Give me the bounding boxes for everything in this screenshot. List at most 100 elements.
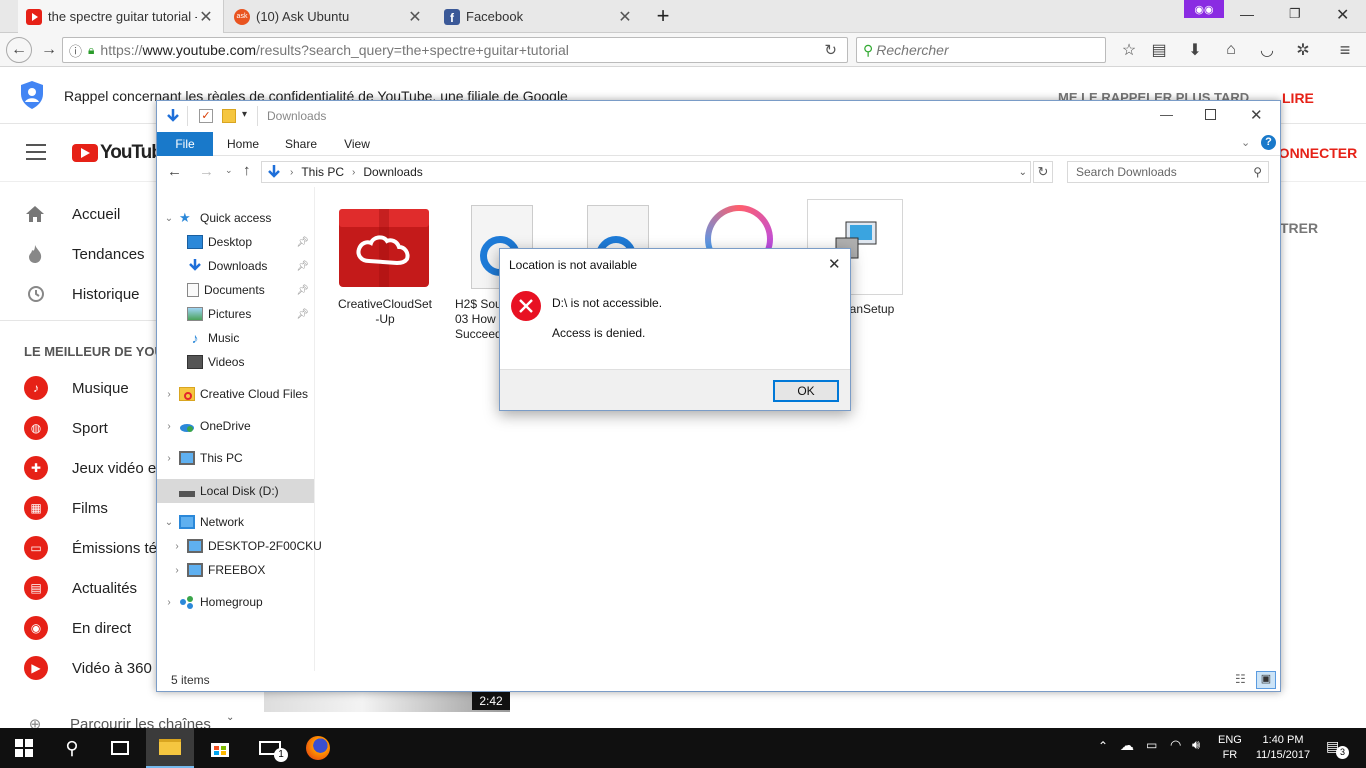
nav-label: DESKTOP-2F00CKU xyxy=(208,539,322,553)
home-icon[interactable]: ⌂ xyxy=(1218,38,1244,62)
breadcrumb-this-pc[interactable]: This PC xyxy=(301,165,344,179)
nav-item-quick-access[interactable]: ⌄ ★ Quick access xyxy=(163,207,272,229)
nav-item-pictures[interactable]: Pictures 📌︎ xyxy=(183,303,313,325)
task-view-icon[interactable] xyxy=(96,728,144,768)
minimize-icon[interactable]: — xyxy=(1240,6,1260,22)
wifi-icon[interactable]: ◠ xyxy=(1170,737,1181,753)
file-item-creativecloud[interactable]: CreativeCloudSet -Up xyxy=(337,205,433,326)
back-icon[interactable]: ← xyxy=(167,163,182,180)
volume-icon[interactable]: 🔊︎ xyxy=(1192,737,1200,753)
address-dropdown-icon[interactable]: ⌄ xyxy=(1019,167,1027,178)
address-bar[interactable]: › This PC › Downloads ⌄ xyxy=(261,161,1031,183)
close-tab-icon[interactable]: ✕ xyxy=(406,7,424,27)
action-center-icon[interactable]: ▤ 3 xyxy=(1326,738,1349,759)
onedrive-cloud-icon xyxy=(179,419,195,433)
quick-toolbar-dropdown-icon[interactable]: ▾ xyxy=(242,109,247,120)
nav-item-videos[interactable]: Videos xyxy=(183,351,244,373)
ribbon-tab-view[interactable]: View xyxy=(333,132,381,156)
pin-icon: 📌︎ xyxy=(296,284,309,296)
forward-icon[interactable]: → xyxy=(36,38,62,62)
ribbon-tab-share[interactable]: Share xyxy=(277,132,325,156)
refresh-icon[interactable]: ↻ xyxy=(1033,161,1053,183)
nav-item-this-pc[interactable]: › This PC xyxy=(163,447,243,469)
show-hidden-icons-icon[interactable]: ⌃ xyxy=(1098,739,1108,753)
onedrive-tray-icon[interactable]: ☁ xyxy=(1120,737,1134,754)
hamburger-menu-icon[interactable] xyxy=(26,144,46,160)
extension-icon[interactable]: ✲ xyxy=(1290,38,1316,62)
tab-label: (10) Ask Ubuntu xyxy=(256,9,350,24)
flame-icon xyxy=(24,243,46,265)
restore-icon[interactable]: ❐ xyxy=(1289,6,1309,22)
back-icon[interactable]: ← xyxy=(6,37,32,63)
close-window-icon[interactable]: ✕ xyxy=(1336,5,1356,25)
close-tab-icon[interactable]: ✕ xyxy=(616,7,634,27)
pocket-icon[interactable]: ◡ xyxy=(1254,38,1280,62)
bookmark-star-icon[interactable]: ☆ xyxy=(1116,38,1142,62)
file-explorer-taskbar-icon[interactable] xyxy=(146,728,194,768)
close-dialog-icon[interactable]: ✕ xyxy=(828,255,841,273)
info-icon[interactable]: ⓘ xyxy=(69,41,82,60)
ribbon-tab-file[interactable]: File xyxy=(157,132,213,156)
breadcrumb-downloads[interactable]: Downloads xyxy=(363,165,422,179)
help-icon[interactable]: ? xyxy=(1261,135,1276,150)
close-window-icon[interactable]: ✕ xyxy=(1250,106,1263,124)
read-button[interactable]: LIRE xyxy=(1282,90,1314,106)
nav-item-local-disk[interactable]: Local Disk (D:) xyxy=(157,479,314,503)
ribbon-expand-icon[interactable]: ⌄ xyxy=(1241,136,1250,149)
tab-askubuntu[interactable]: ask (10) Ask Ubuntu ✕ xyxy=(226,0,432,33)
reader-list-icon[interactable]: ▤ xyxy=(1146,38,1172,62)
windows-start-icon[interactable] xyxy=(0,728,48,768)
input-language[interactable]: ENG FR xyxy=(1218,733,1242,763)
nav-item-homegroup[interactable]: › Homegroup xyxy=(163,591,263,613)
battery-icon[interactable]: ▭ xyxy=(1146,738,1157,752)
nav-item-documents[interactable]: Documents 📌︎ xyxy=(183,279,313,301)
nav-item-music[interactable]: ♪ Music xyxy=(183,327,240,349)
menu-icon[interactable]: ≡ xyxy=(1332,38,1358,62)
sidebar-label: Films xyxy=(72,499,108,517)
clock[interactable]: 1:40 PM 11/15/2017 xyxy=(1250,733,1316,763)
url-bar[interactable]: ⓘ 🔒︎ https://www.youtube.com/results?sea… xyxy=(62,37,848,63)
film-icon xyxy=(187,355,203,369)
search-placeholder: Rechercher xyxy=(876,42,949,58)
new-folder-icon[interactable] xyxy=(222,109,236,123)
firefox-icon[interactable] xyxy=(294,728,342,768)
sidebar-scroll-down-icon[interactable]: ⌄ xyxy=(226,712,234,723)
details-view-icon[interactable]: ☷ xyxy=(1235,672,1253,688)
up-icon[interactable]: ↑ xyxy=(243,162,251,179)
download-arrow-icon xyxy=(187,259,203,273)
tab-facebook[interactable]: f Facebook ✕ xyxy=(436,0,642,33)
properties-icon[interactable]: ✓ xyxy=(199,109,213,123)
downloads-icon[interactable]: ⬇ xyxy=(1182,38,1208,62)
nav-item-network[interactable]: ⌄ Network xyxy=(163,511,244,533)
search-icon[interactable]: ⚲ xyxy=(48,728,96,768)
ribbon-tab-home[interactable]: Home xyxy=(219,132,267,156)
music-note-icon: ♪ xyxy=(24,376,48,400)
nav-item-downloads[interactable]: Downloads 📌︎ xyxy=(183,255,313,277)
ok-button[interactable]: OK xyxy=(773,380,839,402)
document-icon xyxy=(187,283,199,297)
nav-item-desktop[interactable]: Desktop 📌︎ xyxy=(183,231,313,253)
forward-icon[interactable]: → xyxy=(199,163,214,180)
explorer-title-bar: ✓ ▾ Downloads — ✕ xyxy=(157,101,1280,132)
search-field[interactable]: ⚲ Rechercher xyxy=(856,37,1106,63)
close-tab-icon[interactable]: ✕ xyxy=(197,7,215,27)
tab-youtube[interactable]: the spectre guitar tutorial - Y ✕ xyxy=(18,0,224,33)
chevron-right-icon: › xyxy=(175,540,179,552)
search-downloads-field[interactable]: Search Downloads ⚲ xyxy=(1067,161,1269,183)
dialog-title: Location is not available xyxy=(509,258,638,272)
maximize-icon[interactable] xyxy=(1205,109,1216,120)
facebook-favicon-icon: f xyxy=(444,8,460,25)
nav-item-freebox[interactable]: › FREEBOX xyxy=(171,559,265,581)
reload-icon[interactable]: ↻ xyxy=(824,41,837,59)
large-icons-view-icon[interactable]: ▣ xyxy=(1256,671,1276,689)
lock-icon: 🔒︎ xyxy=(88,42,95,57)
store-icon[interactable] xyxy=(196,728,244,768)
recent-locations-icon[interactable]: ⌄ xyxy=(225,165,233,176)
mail-icon[interactable]: 1 xyxy=(246,728,294,768)
nav-item-creative-cloud[interactable]: › Creative Cloud Files xyxy=(163,383,308,405)
minimize-icon[interactable]: — xyxy=(1160,107,1173,122)
nav-item-desktop-pc[interactable]: › DESKTOP-2F00CKU xyxy=(171,535,322,557)
nav-item-onedrive[interactable]: › OneDrive xyxy=(163,415,250,437)
sidebar-label: Sport xyxy=(72,419,108,437)
new-tab-icon[interactable]: + xyxy=(650,3,676,28)
